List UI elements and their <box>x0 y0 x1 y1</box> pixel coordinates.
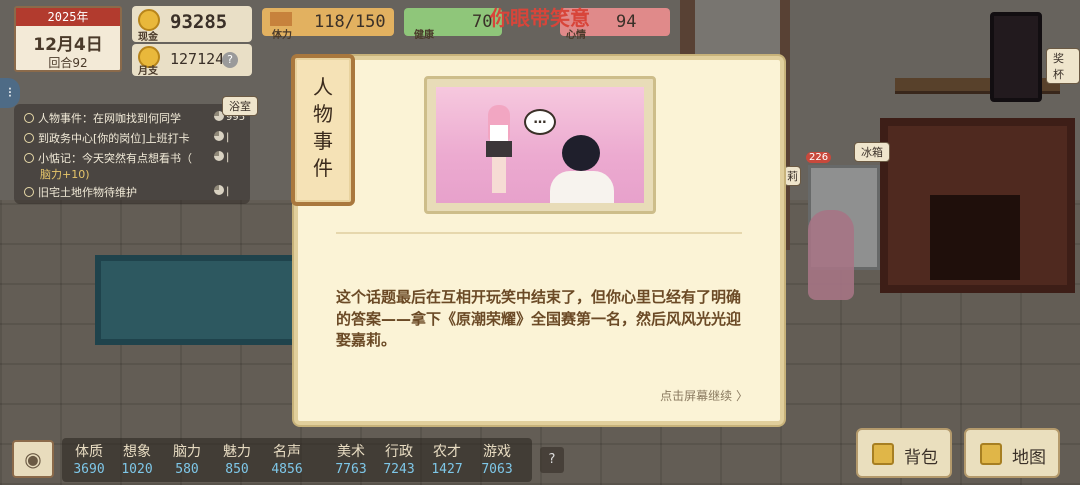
eye-toggle-button[interactable]: ◉ <box>12 440 54 478</box>
room-tag-bathroom[interactable]: 浴室 <box>222 96 258 116</box>
task-item[interactable]: 旧宅土地作物待维护 <box>24 184 137 200</box>
cash-label: 现金 <box>138 32 158 43</box>
task-progress: | <box>214 151 229 163</box>
stats-help-button[interactable]: ? <box>540 447 564 473</box>
room-tag-fridge[interactable]: 冰箱 <box>854 142 890 162</box>
task-text: 人物事件：在网咖找到何同学 <box>38 112 181 125</box>
stat-name: 体质 <box>75 444 103 460</box>
date-label: 12月4日 <box>33 35 103 55</box>
task-progress: | <box>214 131 229 143</box>
task-item[interactable]: 人物事件：在网咖找到何同学 <box>24 110 181 126</box>
stat-value: 580 <box>175 462 199 477</box>
cash-value: 93285 <box>170 11 228 33</box>
bag-button[interactable]: 背包 <box>856 428 952 478</box>
girl-shirt <box>490 125 508 141</box>
task-subtext: 脑力+10) <box>40 168 90 181</box>
task-checkbox-icon <box>24 133 34 143</box>
speech-bubble-icon: … <box>524 109 556 135</box>
salary-value: 127124 <box>170 50 225 68</box>
stat-value: 7243 <box>383 462 415 477</box>
stat-value: 7063 <box>481 462 513 477</box>
stat-physique: 体质 3690 <box>64 441 114 477</box>
task-progress: | <box>214 185 229 197</box>
stat-name: 想象 <box>123 444 151 460</box>
stat-art: 美术 7763 <box>326 441 376 477</box>
stat-name: 行政 <box>385 444 413 460</box>
task-text: 到政务中心[你的岗位]上班打卡 <box>38 132 190 145</box>
stat-value: 4856 <box>271 462 303 477</box>
task-checkbox-icon <box>24 113 34 123</box>
progress-pie-icon <box>214 131 224 141</box>
map-button[interactable]: 地图 <box>964 428 1060 478</box>
stat-imagination: 想象 1020 <box>112 441 162 477</box>
stat-value: 3690 <box>73 462 105 477</box>
stat-gaming: 游戏 7063 <box>472 441 522 477</box>
stat-value: 1020 <box>121 462 153 477</box>
salary-label: 月支 <box>138 66 158 77</box>
task-checkbox-icon <box>24 153 34 163</box>
stamina-icon <box>270 12 292 26</box>
stamina-label: 体力 <box>272 30 292 41</box>
girl-legs <box>492 157 506 193</box>
stat-admin: 行政 7243 <box>374 441 424 477</box>
stat-value: 1427 <box>431 462 463 477</box>
stat-name: 脑力 <box>173 444 201 460</box>
stat-name: 名声 <box>273 444 301 460</box>
continue-prompt[interactable]: 点击屏幕继续 〉 <box>620 387 748 404</box>
task-checkbox-icon <box>24 187 34 197</box>
stamina-value: 118/150 <box>314 12 386 32</box>
task-item[interactable]: 到政务中心[你的岗位]上班打卡 <box>24 130 190 146</box>
event-story-text: 这个话题最后在互相开玩笑中结束了，但你心里已经有了明确的答案——拿下《原潮荣耀》… <box>336 288 742 349</box>
stat-charm: 魅力 850 <box>212 441 262 477</box>
turn-label: 回合92 <box>48 56 88 70</box>
stat-value: 850 <box>225 462 249 477</box>
stat-value: 7763 <box>335 462 367 477</box>
progress-pie-icon <box>214 185 224 195</box>
stat-name: 农才 <box>433 444 461 460</box>
room-tag-trophy[interactable]: 奖杯 <box>1046 48 1080 84</box>
task-text: 小惦记：今天突然有点想看书（ <box>38 152 192 165</box>
boy-head <box>562 135 600 171</box>
bag-icon <box>872 443 894 465</box>
year-label: 2025年 <box>16 8 120 26</box>
boy-body <box>550 171 614 203</box>
affection-badge: 226 <box>806 152 832 163</box>
map-icon <box>980 443 1002 465</box>
task-text: 旧宅土地作物待维护 <box>38 186 137 199</box>
stat-name: 魅力 <box>223 444 251 460</box>
stat-intellect: 脑力 580 <box>162 441 212 477</box>
stat-fame: 名声 4856 <box>262 441 312 477</box>
event-type-label: 人 物 事 件 <box>313 75 333 180</box>
status-title: 你眼带笑意 <box>490 6 590 30</box>
stat-name: 游戏 <box>483 444 511 460</box>
map-label: 地图 <box>1012 448 1046 468</box>
progress-pie-icon <box>214 151 224 161</box>
bag-label: 背包 <box>904 448 938 468</box>
stat-name: 美术 <box>337 444 365 460</box>
girl-skirt <box>486 141 512 157</box>
event-illustration: … <box>436 87 644 203</box>
help-icon[interactable]: ? <box>222 52 238 68</box>
event-type-tag: 人 物 事 件 <box>291 54 355 206</box>
task-item[interactable]: 小惦记：今天突然有点想看书（ <box>24 150 192 166</box>
date-panel: 2025年 12月4日 回合92 <box>14 6 122 72</box>
dialog-divider <box>336 232 742 234</box>
stat-farming: 农才 1427 <box>422 441 472 477</box>
room-tag-character[interactable]: 莉 <box>784 166 801 186</box>
